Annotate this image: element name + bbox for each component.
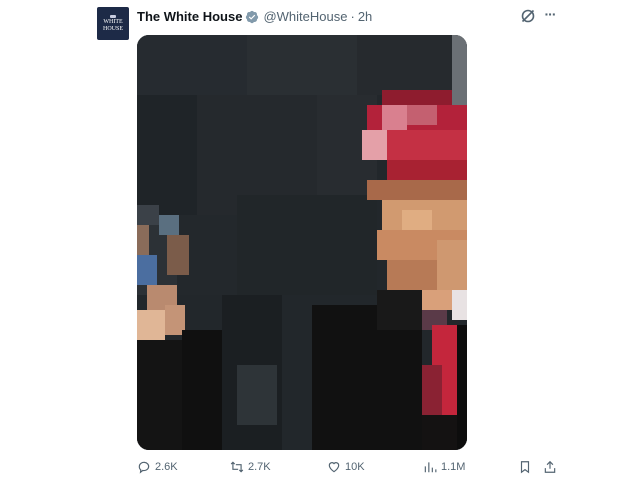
pixelated-photo <box>137 35 467 450</box>
share-icon <box>544 460 556 473</box>
post-time[interactable]: 2h <box>358 9 372 24</box>
repost-count: 2.7K <box>248 461 271 473</box>
separator-dot: · <box>350 9 355 24</box>
post-image[interactable] <box>137 35 467 450</box>
bookmark-button[interactable] <box>518 460 532 474</box>
views-count: 1.1M <box>441 461 466 473</box>
grok-icon[interactable] <box>520 8 536 24</box>
reply-icon <box>138 461 150 474</box>
seal-icon <box>110 15 116 18</box>
views-button[interactable]: 1.1M <box>423 460 465 474</box>
avatar-text-house: HOUSE <box>102 25 123 32</box>
action-bar: 2.6K 2.7K 10K 1.1M <box>137 460 557 478</box>
more-options-button[interactable]: ··· <box>540 6 560 24</box>
author-handle[interactable]: @WhiteHouse <box>263 9 347 24</box>
repost-button[interactable]: 2.7K <box>230 460 271 474</box>
like-button[interactable]: 10K <box>327 460 365 474</box>
post-header: The White House @WhiteHouse · 2h <box>137 9 372 24</box>
avatar[interactable]: WHITE HOUSE <box>97 7 129 40</box>
reply-button[interactable]: 2.6K <box>137 460 178 474</box>
heart-icon <box>328 462 340 473</box>
bookmark-icon <box>520 461 530 474</box>
repost-icon <box>230 461 244 473</box>
views-icon <box>424 462 437 473</box>
author-name[interactable]: The White House <box>137 9 242 24</box>
share-button[interactable] <box>543 460 557 474</box>
reply-count: 2.6K <box>155 461 178 473</box>
verified-badge-icon[interactable] <box>245 10 259 24</box>
like-count: 10K <box>345 461 365 473</box>
